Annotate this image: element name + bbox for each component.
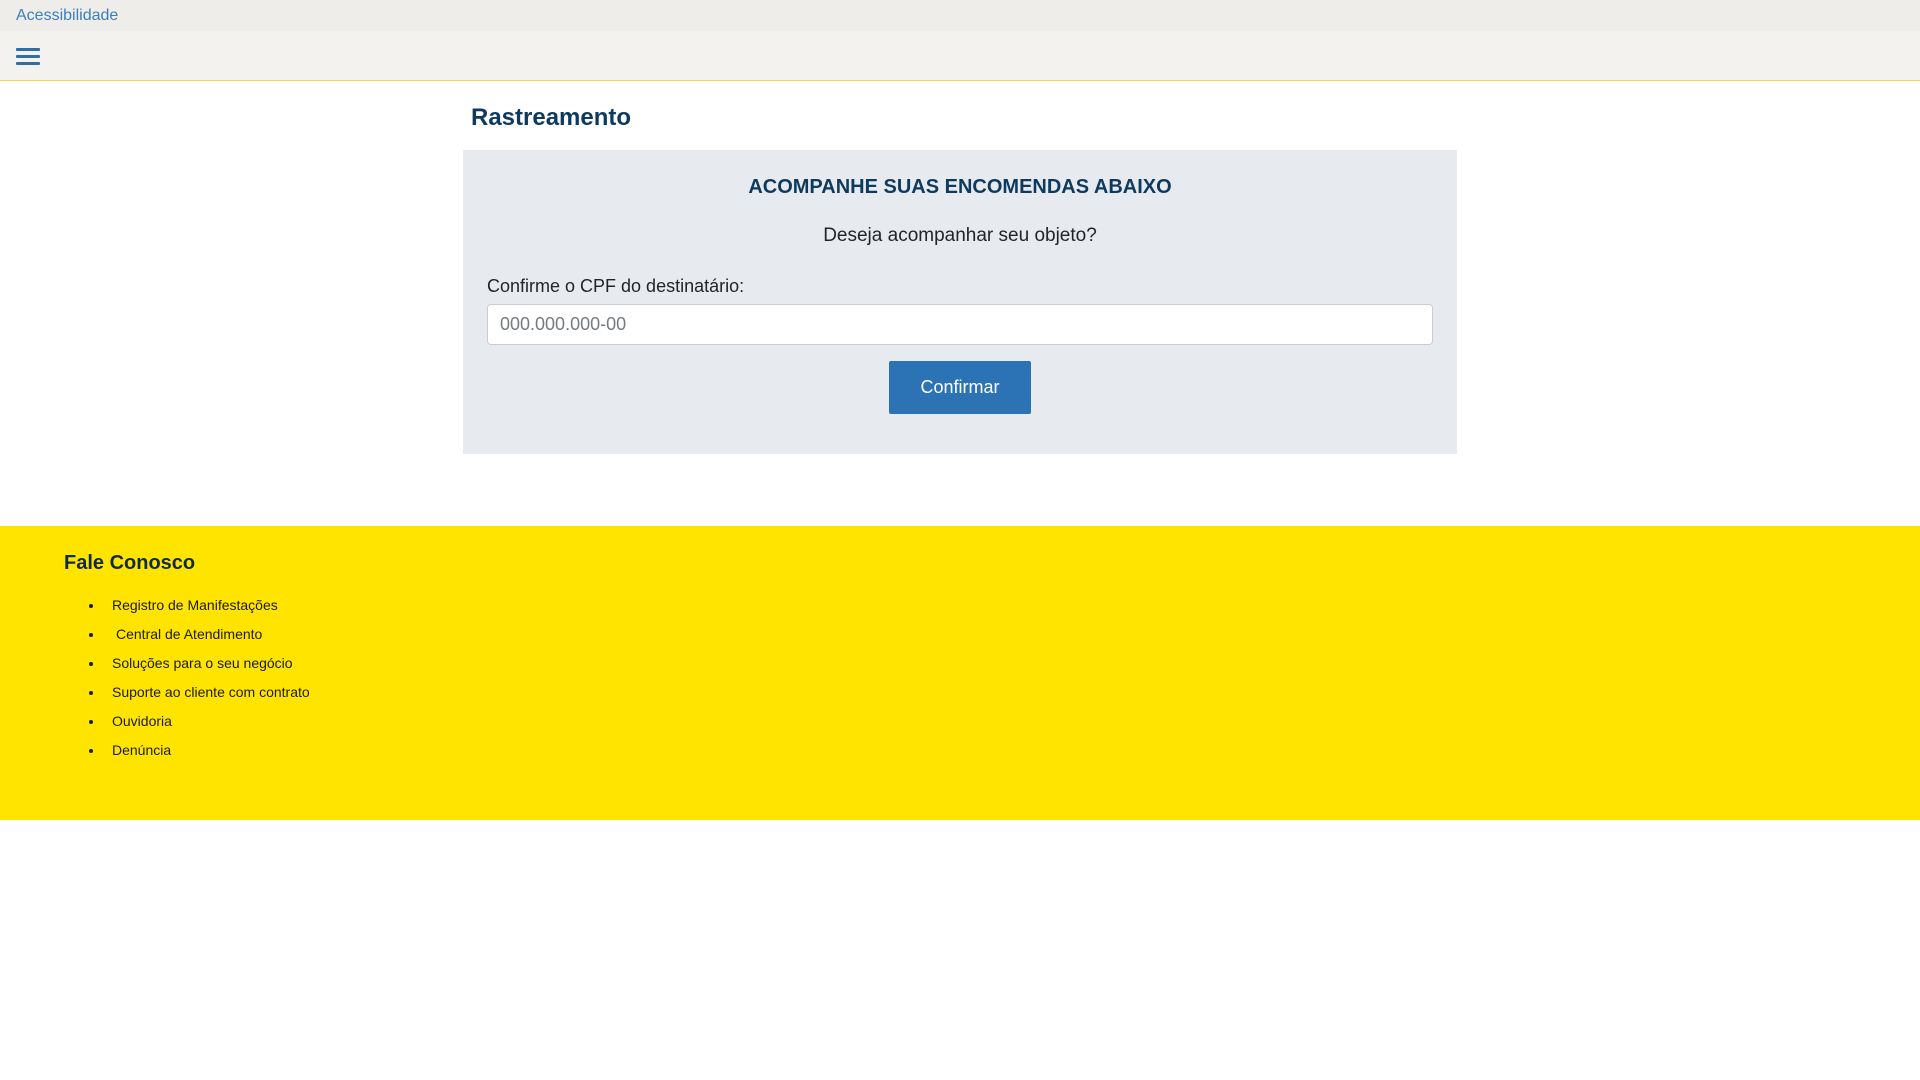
hamburger-menu-icon[interactable] [14,46,42,68]
tracking-heading: ACOMPANHE SUAS ENCOMENDAS ABAIXO [748,176,1172,198]
navbar [0,31,1920,81]
cpf-label: Confirme o CPF do destinatário: [487,276,745,296]
footer-link-ouvidoria[interactable]: Ouvidoria [112,713,172,729]
footer-link-central-atendimento[interactable]: Central de Atendimento [116,626,262,642]
list-item: Suporte ao cliente com contrato [64,684,310,713]
accessibility-bar: Acessibilidade [0,0,1920,31]
confirm-button[interactable]: Confirmar [889,361,1031,414]
footer: Fale Conosco Registro de Manifestações C… [0,526,1920,820]
list-item: Ouvidoria [64,713,310,742]
footer-link-registro-manifestacoes[interactable]: Registro de Manifestações [112,597,278,613]
list-item: Registro de Manifestações [64,597,310,626]
cpf-input[interactable] [487,304,1433,345]
list-item: Soluções para o seu negócio [64,655,310,684]
hamburger-line [16,62,40,65]
list-item: Denúncia [64,742,310,771]
hamburger-line [16,48,40,51]
page-title: Rastreamento [471,104,632,131]
footer-link-suporte-contrato[interactable]: Suporte ao cliente com contrato [112,684,310,700]
list-item: Central de Atendimento [64,626,310,655]
tracking-question: Deseja acompanhar seu objeto? [823,225,1097,246]
hamburger-line [16,55,40,58]
tracking-card: ACOMPANHE SUAS ENCOMENDAS ABAIXO Deseja … [463,150,1457,454]
footer-link-solucoes-negocio[interactable]: Soluções para o seu negócio [112,655,293,671]
accessibility-link[interactable]: Acessibilidade [16,7,118,25]
footer-link-denuncia[interactable]: Denúncia [112,742,171,758]
footer-links-list: Registro de Manifestações Central de Ate… [64,597,310,771]
footer-title: Fale Conosco [64,552,196,574]
